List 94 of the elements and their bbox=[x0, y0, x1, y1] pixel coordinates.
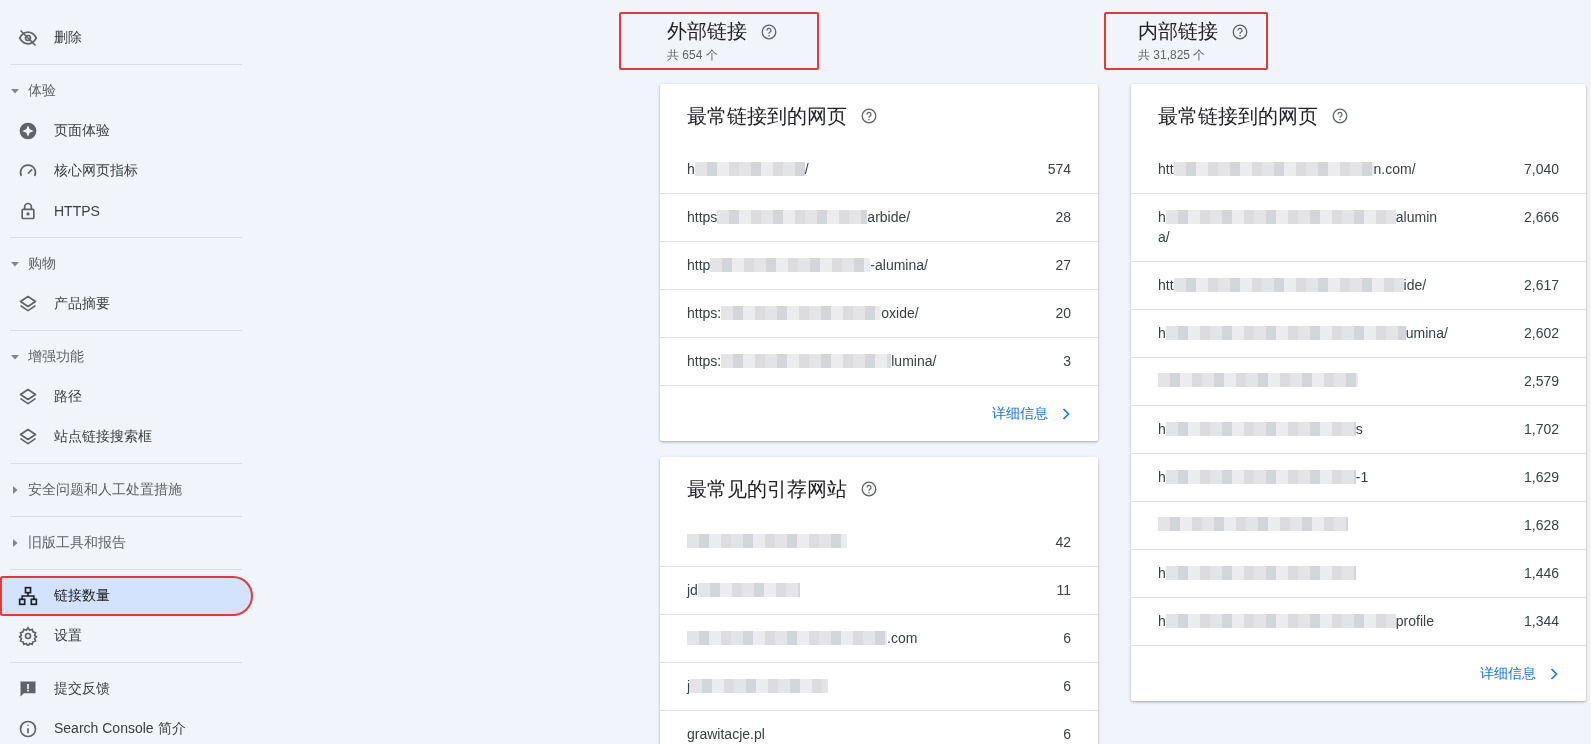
link-count: 11 bbox=[1056, 582, 1071, 598]
url-text: umina/ bbox=[1405, 325, 1448, 341]
nav-item[interactable]: 产品摘要 bbox=[0, 284, 254, 324]
lock-icon bbox=[18, 201, 38, 221]
link-count: 2,579 bbox=[1523, 373, 1559, 389]
url-text: jd bbox=[687, 582, 698, 598]
help-icon[interactable] bbox=[761, 23, 777, 40]
url-text: h bbox=[1158, 613, 1166, 629]
nav-item[interactable]: 页面体验 bbox=[0, 111, 254, 151]
section-header[interactable]: 增强功能 bbox=[0, 337, 254, 377]
caret-down-icon bbox=[10, 86, 20, 96]
url-text: oxide/ bbox=[881, 305, 919, 321]
url-text: -alumina/ bbox=[870, 257, 928, 273]
nav-item[interactable]: 站点链接搜索框 bbox=[0, 417, 254, 457]
layers-icon bbox=[18, 427, 38, 447]
network-icon bbox=[18, 586, 38, 606]
link-count: 20 bbox=[1055, 305, 1071, 321]
details-link[interactable]: 详细信息 bbox=[992, 403, 1076, 424]
card-title: 最常见的引荐网站 bbox=[687, 476, 847, 502]
url-text: a/ bbox=[1158, 229, 1171, 245]
card-title: 最常链接到的网页 bbox=[1158, 103, 1318, 129]
url-text: -1 bbox=[1355, 469, 1369, 485]
link-count: 6 bbox=[1063, 630, 1071, 646]
url-text: https: bbox=[687, 305, 722, 321]
link-count: 1,628 bbox=[1523, 517, 1559, 533]
section-header[interactable]: 旧版工具和报告 bbox=[0, 523, 254, 563]
section-title: 外部链接 bbox=[667, 19, 747, 44]
nav-item[interactable]: 核心网页指标 bbox=[0, 151, 254, 191]
url-text: s bbox=[1355, 421, 1363, 437]
url-text: / bbox=[804, 161, 809, 177]
link-count: 28 bbox=[1055, 209, 1071, 225]
help-icon[interactable] bbox=[861, 108, 877, 124]
link-count: 1,629 bbox=[1523, 469, 1559, 485]
nav-item[interactable]: HTTPS bbox=[0, 191, 254, 231]
link-count: 2,617 bbox=[1523, 277, 1559, 293]
layers-icon bbox=[18, 294, 38, 314]
help-icon[interactable] bbox=[1332, 108, 1348, 124]
url-text: h bbox=[1158, 325, 1166, 341]
url-text: h bbox=[687, 161, 695, 177]
link-count: 1,446 bbox=[1523, 565, 1559, 581]
layers-icon bbox=[18, 387, 38, 407]
url-text: h bbox=[1158, 209, 1166, 225]
link-count: 7,040 bbox=[1523, 161, 1559, 177]
link-count: 1,702 bbox=[1523, 421, 1559, 437]
section-header[interactable]: 体验 bbox=[0, 71, 254, 111]
url-text: alumin bbox=[1395, 209, 1438, 225]
url-text: htt bbox=[1158, 161, 1174, 177]
link-count: 42 bbox=[1055, 534, 1071, 550]
total-count: 共 31,825 个 bbox=[1138, 47, 1207, 64]
url-text: n.com/ bbox=[1373, 161, 1416, 177]
url-text: htt bbox=[1158, 277, 1174, 293]
url-text: grawitacje.pl bbox=[687, 726, 765, 742]
section-title: 内部链接 bbox=[1138, 19, 1218, 44]
caret-right-icon bbox=[10, 538, 20, 548]
url-text: https: bbox=[687, 353, 722, 369]
gear-icon bbox=[18, 626, 38, 646]
eye-off-icon bbox=[18, 28, 38, 48]
nav-item[interactable]: 删除 bbox=[0, 18, 254, 58]
link-count: 2,602 bbox=[1523, 325, 1559, 341]
section-header[interactable]: 购物 bbox=[0, 244, 254, 284]
url-text: profile bbox=[1395, 613, 1434, 629]
nav-item[interactable]: 提交反馈 bbox=[0, 669, 254, 709]
link-count: 27 bbox=[1055, 257, 1071, 273]
nav-item[interactable]: 设置 bbox=[0, 616, 254, 656]
url-text: .com bbox=[887, 630, 918, 646]
nav-item[interactable]: 链接数量 bbox=[0, 576, 253, 616]
url-text: arbide/ bbox=[867, 209, 911, 225]
url-text: https bbox=[687, 209, 718, 225]
card-title: 最常链接到的网页 bbox=[687, 103, 847, 129]
nav-item[interactable]: 路径 bbox=[0, 377, 254, 417]
url-text: j bbox=[687, 678, 691, 694]
url-text: lumina/ bbox=[891, 353, 937, 369]
link-count: 6 bbox=[1063, 678, 1071, 694]
caret-down-icon bbox=[10, 259, 20, 269]
url-text: ide/ bbox=[1403, 277, 1427, 293]
help-icon[interactable] bbox=[861, 481, 877, 497]
section-header[interactable]: 安全问题和人工处置措施 bbox=[0, 470, 254, 510]
link-count: 3 bbox=[1063, 353, 1071, 369]
link-count: 6 bbox=[1063, 726, 1071, 742]
nav-item[interactable]: Search Console 简介 bbox=[0, 709, 254, 744]
link-count: 574 bbox=[1047, 161, 1071, 177]
caret-right-icon bbox=[10, 485, 20, 495]
info-icon bbox=[18, 719, 38, 739]
url-text: h bbox=[1158, 565, 1166, 581]
help-icon[interactable] bbox=[1232, 23, 1248, 40]
link-count: 1,344 bbox=[1523, 613, 1559, 629]
url-text: h bbox=[1158, 469, 1166, 485]
url-text: h bbox=[1158, 421, 1166, 437]
url-text: http bbox=[687, 257, 711, 273]
caret-down-icon bbox=[10, 352, 20, 362]
feedback-icon bbox=[18, 679, 38, 699]
total-count: 共 654 个 bbox=[667, 47, 719, 64]
link-count: 2,666 bbox=[1523, 209, 1559, 225]
details-link[interactable]: 详细信息 bbox=[1480, 663, 1564, 684]
